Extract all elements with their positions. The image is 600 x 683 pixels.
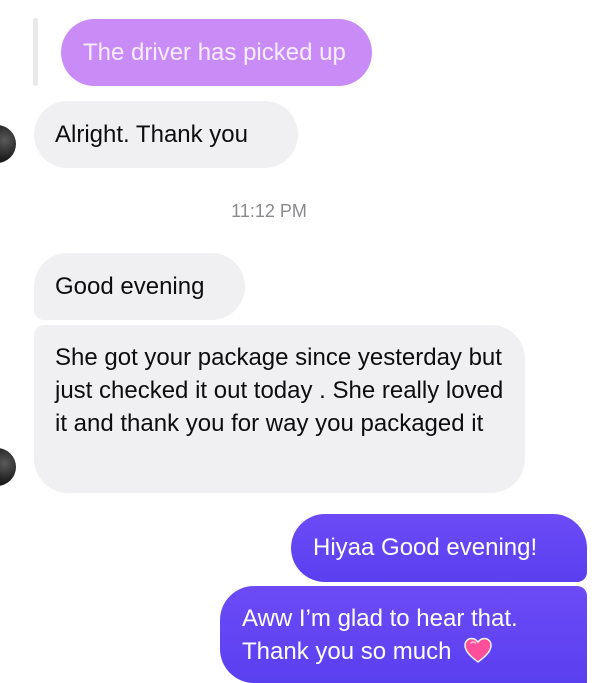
chat-thread: The driver has picked up Alright. Thank … <box>0 0 600 683</box>
message-text-line: Thank you so much <box>242 638 452 665</box>
message-text: Alright. Thank you <box>55 121 248 148</box>
timestamp: 11:12 PM <box>231 201 307 221</box>
outgoing-message[interactable]: Hiyaa Good evening! <box>291 514 587 582</box>
message-text: Good evening <box>55 273 205 300</box>
avatar[interactable] <box>0 125 16 163</box>
heart-icon <box>464 637 492 663</box>
incoming-message[interactable]: She got your package since yesterday but… <box>34 325 525 493</box>
message-text: She got your package since yesterday but… <box>55 344 504 437</box>
avatar[interactable] <box>0 448 16 486</box>
message-text-line: Aww I’m glad to hear that. <box>242 605 518 632</box>
incoming-message[interactable]: Alright. Thank you <box>34 101 298 168</box>
reply-preview-text: The driver has picked up <box>83 39 346 66</box>
message-text: Hiyaa Good evening! <box>313 534 538 561</box>
replied-message-preview[interactable]: The driver has picked up <box>61 19 372 86</box>
outgoing-message[interactable]: Aww I’m glad to hear that. Thank you so … <box>220 586 587 683</box>
incoming-message[interactable]: Good evening <box>34 253 245 320</box>
reply-indicator-bar <box>33 18 38 86</box>
